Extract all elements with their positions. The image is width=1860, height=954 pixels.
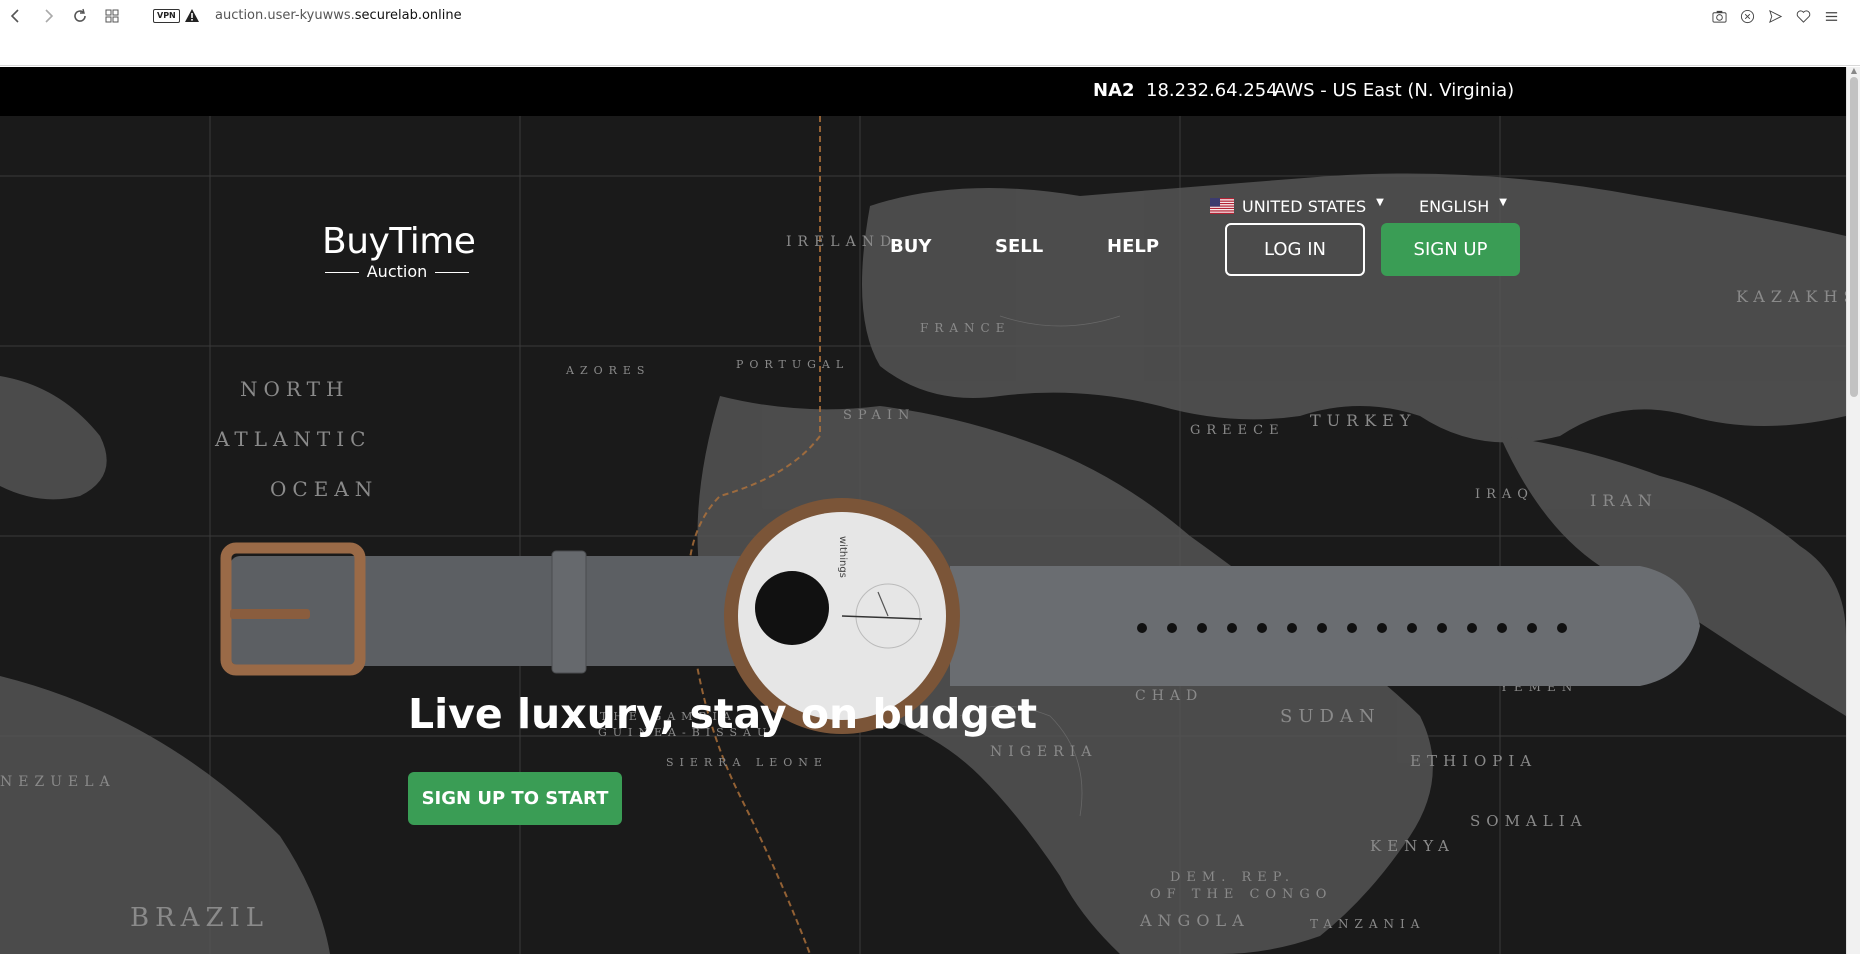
map-label: FRANCE [920,321,1010,335]
nav-help-link[interactable]: HELP [1107,236,1159,258]
browser-toolbar: VPN auction.user-kyuwws.securelab.online [0,0,1860,32]
browser-chrome: VPN auction.user-kyuwws.securelab.online [0,0,1860,66]
hero-section: NORTH ATLANTIC OCEAN BRAZIL SUDAN ETHIOP… [0,116,1846,954]
map-label: NORTH [240,377,349,401]
back-icon[interactable] [6,6,26,26]
server-code: NA2 [1093,80,1135,101]
map-label: OF THE CONGO [1150,887,1332,902]
nav-sell-link[interactable]: SELL [995,236,1043,258]
caret-down-icon: ▼ [1376,196,1384,208]
map-label: SIERRA LEONE [666,756,828,769]
scrollbar-thumb[interactable] [1850,77,1858,397]
map-label: GREECE [1190,423,1285,438]
map-label: ANGOLA [1139,911,1250,930]
map-label: SOMALIA [1470,812,1587,830]
signup-button[interactable]: SIGN UP [1381,223,1520,276]
map-label: PORTUGAL [736,358,849,371]
country-selector[interactable]: UNITED STATES ▼ [1210,194,1384,218]
language-label: ENGLISH [1419,196,1490,216]
map-label: KENYA [1370,837,1455,855]
us-flag-icon [1210,198,1234,214]
warning-icon[interactable] [184,8,200,24]
menu-icon[interactable] [1822,6,1840,26]
map-label: NIGERIA [990,744,1097,760]
map-label: CHAD [1135,688,1203,704]
map-label: IRAN [1590,491,1658,510]
url-host: securelab.online [354,8,462,23]
map-label: BRAZIL [130,903,269,933]
watch-brand-text: withings [837,536,848,578]
logo-subtitle: Auction [322,262,472,282]
camera-icon[interactable] [1710,6,1728,26]
map-label: SPAIN [843,408,915,423]
map-label: OCEAN [270,477,378,501]
browser-tools [1710,6,1840,26]
map-label: SUDAN [1280,706,1381,727]
tabs-grid-icon[interactable] [102,6,122,26]
map-label: IRAQ [1475,487,1534,502]
map-label: ATLANTIC [214,427,371,451]
heart-icon[interactable] [1794,6,1812,26]
send-icon[interactable] [1766,6,1784,26]
signup-to-start-button[interactable]: SIGN UP TO START [408,772,622,825]
map-label: AZORES [565,364,650,377]
url-prefix: auction.user-kyuwws. [215,8,355,23]
hero-headline: Live luxury, stay on budget [408,690,1038,738]
reload-icon[interactable] [70,6,90,26]
server-ip: 18.232.64.254 [1146,80,1278,101]
scroll-up-icon[interactable]: ▲ [1850,67,1858,75]
country-label: UNITED STATES [1242,196,1367,216]
map-label: IRELAND [786,234,897,250]
address-bar[interactable]: auction.user-kyuwws.securelab.online [215,6,1115,26]
map-label: TURKEY [1310,411,1416,430]
vpn-badge[interactable]: VPN [153,9,180,23]
page-viewport: NA2 18.232.64.254 AWS - US East (N. Virg… [0,67,1846,954]
login-button[interactable]: LOG IN [1225,223,1365,276]
site-logo[interactable]: BuyTime Auction [322,221,476,282]
map-label: DEM. REP. [1170,870,1295,885]
map-label: TANZANIA [1310,917,1425,931]
nav-buy-link[interactable]: BUY [890,236,931,258]
shield-x-icon[interactable] [1738,6,1756,26]
map-label: KAZAKHS [1736,287,1846,306]
language-selector[interactable]: ENGLISH ▼ [1419,194,1507,218]
server-region: AWS - US East (N. Virginia) [1274,80,1515,101]
map-label: ETHIOPIA [1410,752,1537,770]
caret-down-icon: ▼ [1499,196,1507,208]
logo-brand: BuyTime [322,221,476,262]
forward-icon[interactable] [38,6,58,26]
server-info-bar: NA2 18.232.64.254 AWS - US East (N. Virg… [0,67,1846,116]
map-label: NEZUELA [0,774,116,790]
page-scrollbar[interactable]: ▲ [1846,67,1860,954]
